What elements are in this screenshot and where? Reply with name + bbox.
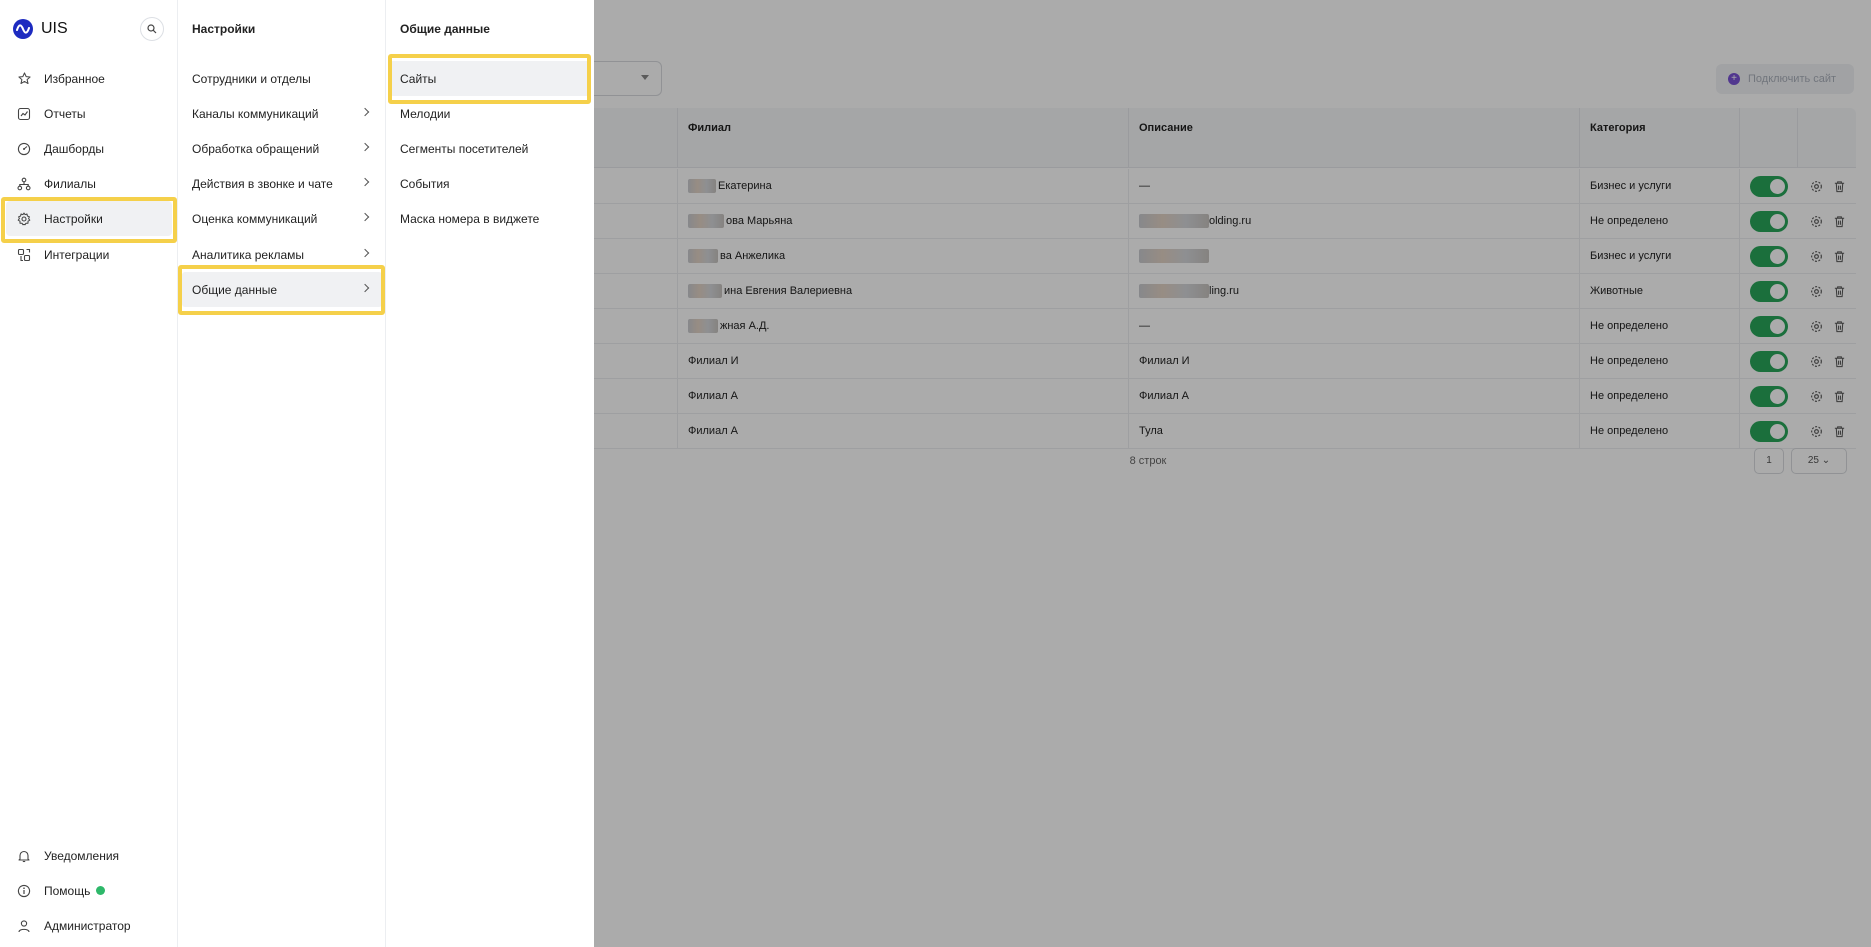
- menu-item-communication-rating[interactable]: Оценка коммуникаций: [182, 201, 382, 236]
- sidebar-item-admin[interactable]: Администратор: [6, 908, 172, 943]
- sidebar-item-label: Администратор: [44, 918, 131, 933]
- gear-icon: [16, 211, 32, 227]
- menu-item-label: Сотрудники и отделы: [192, 71, 311, 86]
- dashboard-icon: [16, 141, 32, 157]
- search-button[interactable]: [140, 17, 164, 41]
- sidebar-item-label: Настройки: [44, 211, 103, 226]
- chevron-right-icon: [360, 142, 370, 152]
- integrations-icon: [16, 247, 32, 263]
- sidebar-item-settings[interactable]: Настройки: [6, 201, 172, 236]
- menu-item-label: Обработка обращений: [192, 141, 320, 156]
- sidebar: UIS Избранное Отчеты Дашборды Филиалы На…: [0, 0, 178, 947]
- general-data-menu: Общие данные Сайты Мелодии Сегменты посе…: [386, 0, 594, 947]
- sidebar-item-label: Филиалы: [44, 176, 96, 191]
- sidebar-item-label: Интеграции: [44, 247, 110, 262]
- branches-icon: [16, 176, 32, 192]
- chevron-right-icon: [360, 248, 370, 258]
- chevron-right-icon: [360, 283, 370, 293]
- sidebar-item-label: Уведомления: [44, 848, 120, 863]
- menu-item-melodies[interactable]: Мелодии: [390, 96, 590, 131]
- sidebar-item-label: Отчеты: [44, 106, 86, 121]
- logo-icon: [13, 19, 33, 39]
- menu-item-label: Маска номера в виджете: [400, 211, 540, 226]
- settings-menu-title: Настройки: [192, 22, 256, 36]
- menu-item-general-data[interactable]: Общие данные: [182, 272, 382, 307]
- menu-item-label: Мелодии: [400, 106, 451, 121]
- online-status-dot: [96, 886, 106, 895]
- logo[interactable]: UIS: [13, 19, 68, 39]
- logo-text: UIS: [41, 20, 68, 37]
- menu-item-label: Каналы коммуникаций: [192, 106, 319, 121]
- menu-item-label: Действия в звонке и чате: [192, 176, 333, 191]
- menu-item-visitor-segments[interactable]: Сегменты посетителей: [390, 131, 590, 166]
- chevron-right-icon: [360, 212, 370, 222]
- sidebar-item-help[interactable]: Помощь: [6, 873, 172, 908]
- menu-item-label: Сайты: [400, 71, 437, 86]
- menu-item-label: Сегменты посетителей: [400, 141, 529, 156]
- sidebar-item-label: Помощь: [44, 883, 91, 898]
- menu-item-request-processing[interactable]: Обработка обращений: [182, 131, 382, 166]
- settings-menu: Настройки Сотрудники и отделы Каналы ком…: [178, 0, 386, 947]
- menu-item-ad-analytics[interactable]: Аналитика рекламы: [182, 237, 382, 272]
- user-icon: [16, 918, 32, 934]
- sidebar-item-integrations[interactable]: Интеграции: [6, 237, 172, 272]
- sidebar-item-label: Дашборды: [44, 141, 104, 156]
- info-icon: [16, 883, 32, 899]
- menu-item-employees[interactable]: Сотрудники и отделы: [182, 61, 382, 96]
- sidebar-item-reports[interactable]: Отчеты: [6, 96, 172, 131]
- chevron-right-icon: [360, 107, 370, 117]
- menu-item-label: Общие данные: [192, 282, 278, 297]
- star-icon: [16, 71, 32, 87]
- general-data-menu-title: Общие данные: [400, 22, 490, 36]
- menu-item-label: Оценка коммуникаций: [192, 211, 318, 226]
- chart-icon: [16, 106, 32, 122]
- menu-item-label: Аналитика рекламы: [192, 247, 305, 262]
- menu-item-label: События: [400, 176, 450, 191]
- sidebar-item-dashboards[interactable]: Дашборды: [6, 131, 172, 166]
- chevron-right-icon: [360, 177, 370, 187]
- search-icon: [147, 24, 157, 34]
- menu-item-call-chat-actions[interactable]: Действия в звонке и чате: [182, 166, 382, 201]
- sidebar-item-label: Избранное: [44, 71, 105, 86]
- sidebar-item-notifications[interactable]: Уведомления: [6, 838, 172, 873]
- menu-item-sites[interactable]: Сайты: [390, 61, 590, 96]
- sidebar-item-branches[interactable]: Филиалы: [6, 166, 172, 201]
- bell-icon: [16, 848, 32, 864]
- menu-item-events[interactable]: События: [390, 166, 590, 201]
- menu-item-channels[interactable]: Каналы коммуникаций: [182, 96, 382, 131]
- menu-item-widget-number-mask[interactable]: Маска номера в виджете: [390, 201, 590, 236]
- sidebar-item-favorites[interactable]: Избранное: [6, 61, 172, 96]
